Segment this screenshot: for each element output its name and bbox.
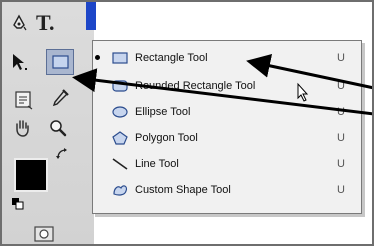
screenshot-frame: T. Rectangle Tool U Rounded Rectangle To…: [0, 0, 374, 246]
arrow-to-shape-tool-button: [72, 68, 372, 116]
mouse-cursor-icon: [297, 82, 309, 102]
arrow-to-rectangle-tool: [246, 54, 372, 90]
annotation-arrows: [72, 54, 372, 116]
